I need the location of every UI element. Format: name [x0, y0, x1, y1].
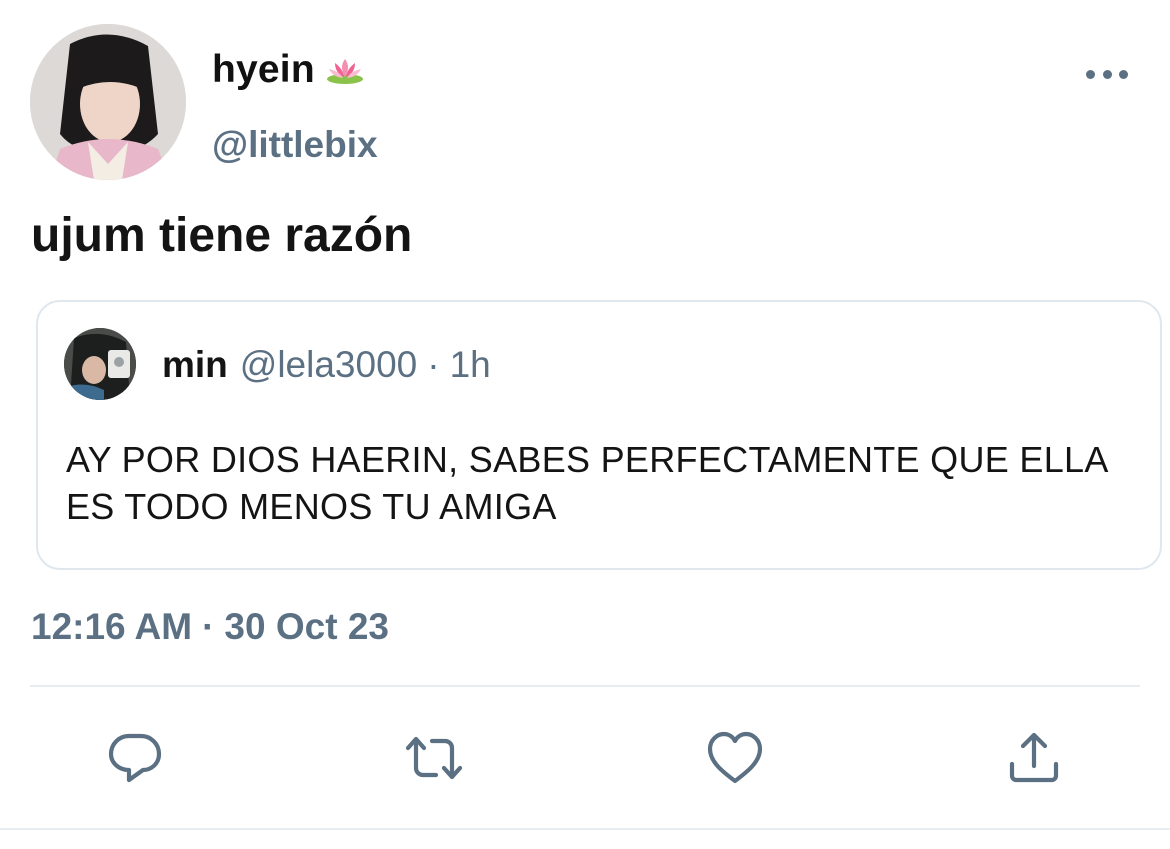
divider	[30, 685, 1140, 687]
quoted-author-avatar	[64, 328, 136, 400]
author-display-name[interactable]: hyein	[212, 48, 315, 92]
heart-icon	[707, 731, 763, 784]
quoted-header: min @lela3000 · 1h	[162, 344, 491, 386]
author-name-row: hyein	[212, 48, 365, 92]
share-button[interactable]	[1004, 728, 1064, 788]
quoted-text: AY POR DIOS HAERIN, SABES PERFECTAMENTE …	[66, 439, 1107, 527]
quoted-tweet-card[interactable]: min @lela3000 · 1h AY POR DIOS HAERIN, S…	[36, 300, 1162, 570]
reply-button[interactable]	[105, 728, 165, 788]
more-dots-icon[interactable]	[1086, 62, 1128, 86]
quoted-separator: ·	[427, 344, 440, 385]
tweet-date: 30 Oct 23	[224, 606, 389, 647]
quoted-handle: @lela3000	[239, 344, 418, 385]
retweet-button[interactable]	[404, 728, 464, 788]
retweet-icon	[405, 736, 463, 780]
reply-icon	[108, 733, 162, 783]
quoted-display-name: min	[162, 344, 228, 385]
author-avatar[interactable]	[30, 24, 186, 180]
tweet-text: ujum tiene razón	[31, 209, 413, 262]
lotus-emoji-icon	[325, 55, 365, 85]
quoted-age: 1h	[449, 344, 491, 385]
author-handle[interactable]: @littlebix	[212, 124, 378, 166]
share-icon	[1009, 732, 1059, 783]
tweet-time: 12:16 AM	[31, 606, 193, 647]
timestamp-separator: ·	[202, 606, 215, 647]
divider	[0, 828, 1170, 830]
tweet-timestamp[interactable]: 12:16 AM · 30 Oct 23	[31, 606, 389, 648]
dot	[1102, 69, 1112, 79]
dot	[1119, 69, 1128, 79]
dot	[1086, 69, 1095, 79]
like-button[interactable]	[705, 728, 765, 788]
